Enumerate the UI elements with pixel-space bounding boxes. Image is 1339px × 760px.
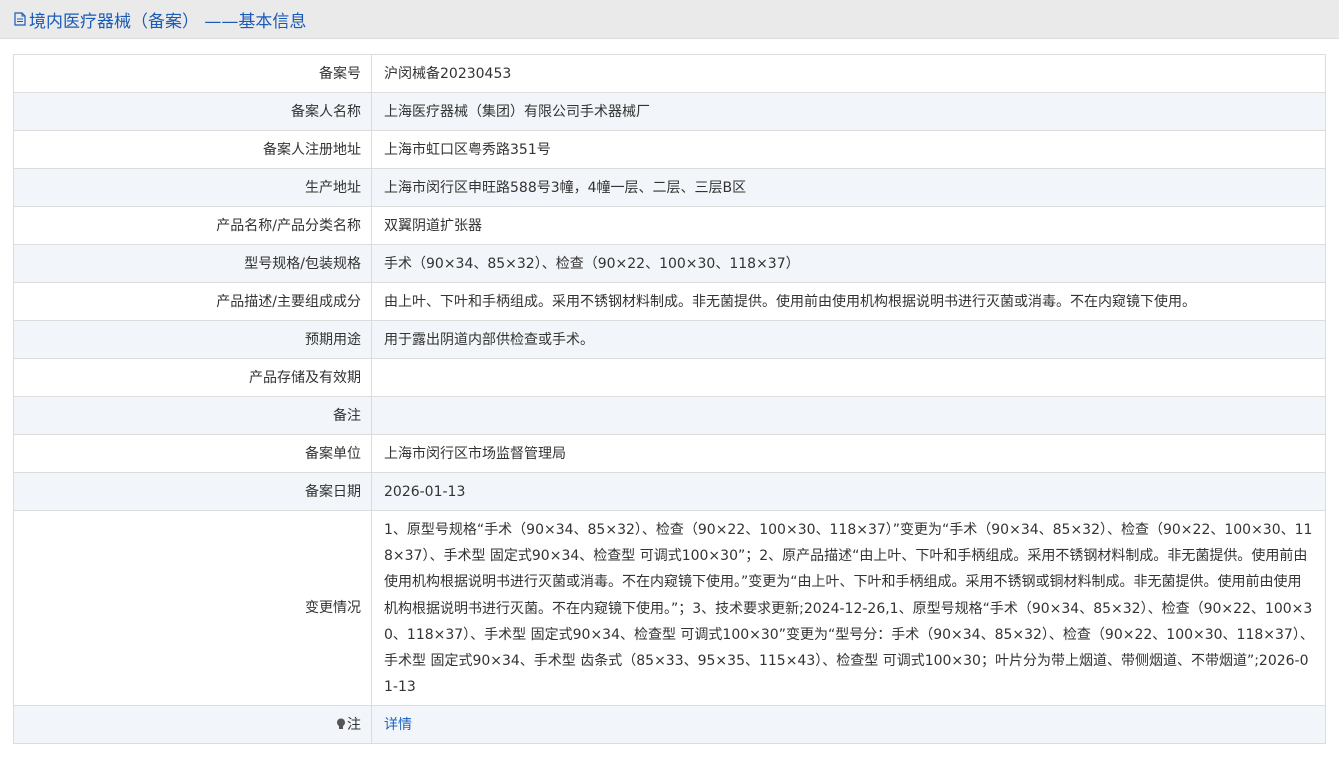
row-label: 产品描述/主要组成成分 [13,282,372,321]
table-row: 产品名称/产品分类名称 双翼阴道扩张器 [13,206,1326,245]
row-value [371,358,1326,397]
row-label: 备案号 [13,54,372,93]
table-row: 备案号 沪闵械备20230453 [13,54,1326,93]
row-value: 沪闵械备20230453 [371,54,1326,93]
row-label: 变更情况 [13,509,372,707]
table-row: 备案单位 上海市闵行区市场监督管理局 [13,434,1326,473]
row-label: 生产地址 [13,168,372,207]
row-value: 双翼阴道扩张器 [371,206,1326,245]
row-value: 上海市虹口区粤秀路351号 [371,130,1326,169]
row-label: 型号规格/包装规格 [13,244,372,283]
note-value: 详情 [371,705,1326,745]
page-header: 境内医疗器械（备案） ——基本信息 [0,0,1339,39]
table-row: 备案日期 2026-01-13 [13,472,1326,511]
details-link[interactable]: 详情 [384,717,412,733]
note-label: 注 [347,716,361,733]
table-row: 产品描述/主要组成成分 由上叶、下叶和手柄组成。采用不锈钢材料制成。非无菌提供。… [13,282,1326,321]
table-row: 预期用途 用于露出阴道内部供检查或手术。 [13,320,1326,359]
table-row: 备案人名称 上海医疗器械（集团）有限公司手术器械厂 [13,92,1326,131]
row-value: 用于露出阴道内部供检查或手术。 [371,320,1326,359]
row-label: 产品名称/产品分类名称 [13,206,372,245]
row-value: 上海医疗器械（集团）有限公司手术器械厂 [371,92,1326,131]
row-value: 手术（90×34、85×32）、检查（90×22、100×30、118×37） [371,244,1326,283]
row-value [371,396,1326,435]
row-label: 备案人名称 [13,92,372,131]
row-value: 2026-01-13 [371,472,1326,511]
change-history-value: 1、原型号规格“手术（90×34、85×32）、检查（90×22、100×30、… [371,509,1326,707]
table-row: 备案人注册地址 上海市虹口区粤秀路351号 [13,130,1326,169]
row-label: 备注 [13,396,372,435]
row-label: 备案单位 [13,434,372,473]
row-label: 备案日期 [13,472,372,511]
row-label: 产品存储及有效期 [13,358,372,397]
row-value: 上海市闵行区市场监督管理局 [371,434,1326,473]
table-row: 变更情况 1、原型号规格“手术（90×34、85×32）、检查（90×22、10… [13,509,1326,707]
row-label: 预期用途 [13,320,372,359]
info-table: 备案号 沪闵械备20230453 备案人名称 上海医疗器械（集团）有限公司手术器… [13,54,1326,745]
lightbulb-icon [337,718,345,729]
table-row: 备注 [13,396,1326,435]
row-value: 由上叶、下叶和手柄组成。采用不锈钢材料制成。非无菌提供。使用前由使用机构根据说明… [371,282,1326,321]
table-row: 生产地址 上海市闵行区申旺路588号3幢，4幢一层、二层、三层B区 [13,168,1326,207]
page-title: 境内医疗器械（备案） ——基本信息 [29,11,307,32]
note-label-cell: 注 [13,705,372,745]
document-icon [14,12,26,26]
table-row: 注 详情 [13,705,1326,745]
table-row: 产品存储及有效期 [13,358,1326,397]
table-row: 型号规格/包装规格 手术（90×34、85×32）、检查（90×22、100×3… [13,244,1326,283]
row-value: 上海市闵行区申旺路588号3幢，4幢一层、二层、三层B区 [371,168,1326,207]
row-label: 备案人注册地址 [13,130,372,169]
